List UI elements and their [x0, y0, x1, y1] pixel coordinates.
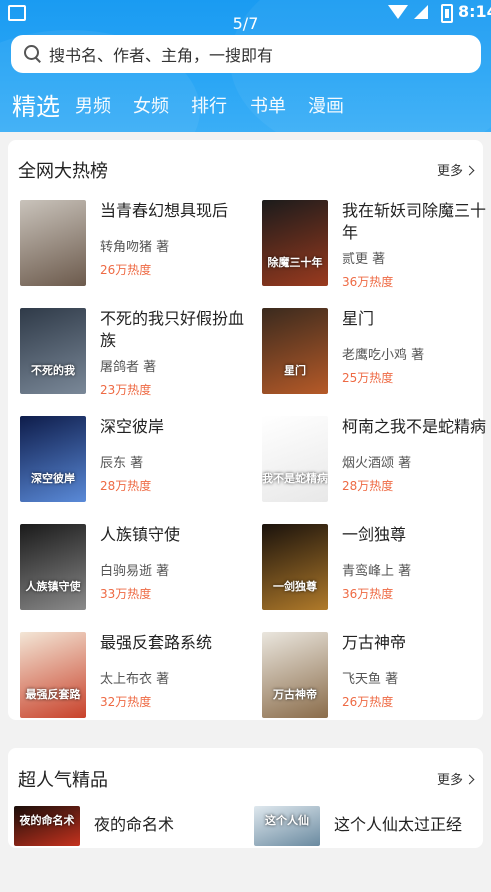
cover-title: 一剑独尊	[273, 580, 317, 593]
cover-title: 最强反套路	[25, 688, 81, 701]
clock: 8:14	[458, 2, 491, 21]
cover-title: 我不是蛇精病	[262, 472, 328, 485]
tab-female[interactable]: 女频	[133, 92, 169, 118]
cover-title: 夜的命名术	[19, 814, 75, 827]
book-cover[interactable]: 万古神帝	[262, 632, 328, 718]
book-author: 贰更 著	[342, 252, 386, 267]
book-title[interactable]: 我在斩妖司除魔三十年	[342, 200, 491, 244]
book-heat: 28万热度	[342, 479, 394, 493]
chevron-right-icon	[464, 774, 475, 785]
book-title[interactable]: 一剑独尊	[342, 524, 491, 546]
book-heat: 33万热度	[100, 587, 152, 601]
book-title[interactable]: 人族镇守使	[100, 524, 250, 546]
signal-icon	[414, 5, 428, 19]
cover-title: 不死的我	[31, 364, 75, 377]
book-cover[interactable]: 最强反套路	[20, 632, 86, 718]
cover-title: 人族镇守使	[25, 580, 81, 593]
search-bar[interactable]: 搜书名、作者、主角，一搜即有	[11, 35, 481, 73]
book-item[interactable]: 星门 星门 老鹰吃小鸡 著 25万热度	[262, 308, 487, 394]
cover-title: 万古神帝	[273, 688, 317, 701]
book-item[interactable]: 夜的命名术 夜的命名术	[14, 806, 239, 892]
book-cover[interactable]	[20, 200, 86, 286]
book-heat: 36万热度	[342, 275, 394, 289]
book-cover[interactable]: 除魔三十年	[262, 200, 328, 286]
book-cover[interactable]: 我不是蛇精病	[262, 416, 328, 502]
book-cover[interactable]: 不死的我	[20, 308, 86, 394]
chevron-right-icon	[464, 165, 475, 176]
book-author: 太上布衣 著	[100, 672, 170, 687]
book-title[interactable]: 这个人仙太过正经	[334, 814, 484, 836]
book-title[interactable]: 柯南之我不是蛇精病	[342, 416, 491, 438]
book-cover[interactable]: 深空彼岸	[20, 416, 86, 502]
book-author: 老鹰吃小鸡 著	[342, 348, 425, 363]
cover-title: 除魔三十年	[267, 256, 323, 269]
hot-ranking-card: 全网大热榜 更多 当青春幻想具现后 转角吻猪 著 26万热度 除魔三十年 我在斩妖司除魔…	[8, 140, 486, 720]
more-label: 更多	[436, 164, 463, 179]
book-author: 飞天鱼 著	[342, 672, 399, 687]
book-title[interactable]: 夜的命名术	[94, 814, 244, 836]
book-title[interactable]: 星门	[342, 308, 491, 330]
tab-ranking[interactable]: 排行	[191, 92, 227, 118]
book-heat: 28万热度	[100, 479, 152, 493]
book-author: 白驹易逝 著	[100, 564, 170, 579]
popular-card: 超人气精品 更多 夜的命名术 夜的命名术 这个人仙 这个人仙太过正经	[8, 748, 483, 848]
battery-icon	[441, 4, 453, 23]
book-item[interactable]: 人族镇守使 人族镇守使 白驹易逝 著 33万热度	[20, 524, 245, 610]
book-cover[interactable]: 夜的命名术	[14, 806, 80, 846]
book-title[interactable]: 当青春幻想具现后	[100, 200, 250, 222]
book-author: 辰东 著	[100, 456, 144, 471]
cover-title: 这个人仙	[265, 814, 309, 827]
search-placeholder: 搜书名、作者、主角，一搜即有	[49, 46, 274, 65]
status-bar: 5/7 8:14	[0, 0, 491, 33]
wifi-icon	[388, 5, 408, 19]
book-title[interactable]: 不死的我只好假扮血族	[100, 308, 250, 352]
app-header: 5/7 8:14 搜书名、作者、主角，一搜即有 精选 男频 女频 排行 书单 漫…	[0, 0, 491, 132]
book-title[interactable]: 万古神帝	[342, 632, 491, 654]
book-item[interactable]: 这个人仙 这个人仙太过正经	[254, 806, 479, 892]
book-cover[interactable]: 一剑独尊	[262, 524, 328, 610]
book-item[interactable]: 当青春幻想具现后 转角吻猪 著 26万热度	[20, 200, 245, 286]
book-cover[interactable]: 这个人仙	[254, 806, 320, 846]
tab-comics[interactable]: 漫画	[308, 92, 344, 118]
more-button[interactable]: 更多	[436, 769, 475, 788]
cover-title: 星门	[284, 364, 306, 377]
book-heat: 32万热度	[100, 695, 152, 709]
book-item[interactable]: 我不是蛇精病 柯南之我不是蛇精病 烟火酒颂 著 28万热度	[262, 416, 487, 502]
book-heat: 23万热度	[100, 383, 152, 397]
book-author: 屠鸽者 著	[100, 360, 157, 375]
book-item[interactable]: 一剑独尊 一剑独尊 青鸾峰上 著 36万热度	[262, 524, 487, 610]
tab-booklist[interactable]: 书单	[250, 92, 286, 118]
book-title[interactable]: 深空彼岸	[100, 416, 250, 438]
book-title[interactable]: 最强反套路系统	[100, 632, 250, 654]
book-heat: 36万热度	[342, 587, 394, 601]
tab-featured[interactable]: 精选	[12, 87, 60, 122]
search-icon	[23, 44, 43, 64]
book-author: 烟火酒颂 著	[342, 456, 412, 471]
book-item[interactable]: 不死的我 不死的我只好假扮血族 屠鸽者 著 23万热度	[20, 308, 245, 397]
tab-male[interactable]: 男频	[75, 92, 111, 118]
book-heat: 25万热度	[342, 371, 394, 385]
cover-title: 深空彼岸	[31, 472, 75, 485]
book-author: 转角吻猪 著	[100, 240, 170, 255]
section-title: 超人气精品	[18, 770, 108, 791]
section-title: 全网大热榜	[18, 161, 108, 182]
book-item[interactable]: 除魔三十年 我在斩妖司除魔三十年 贰更 著 36万热度	[262, 200, 487, 289]
book-author: 青鸾峰上 著	[342, 564, 412, 579]
more-button[interactable]: 更多	[436, 160, 475, 179]
book-item[interactable]: 最强反套路 最强反套路系统 太上布衣 著 32万热度	[20, 632, 245, 718]
book-heat: 26万热度	[100, 263, 152, 277]
book-heat: 26万热度	[342, 695, 394, 709]
book-cover[interactable]: 人族镇守使	[20, 524, 86, 610]
category-tabs: 精选 男频 女频 排行 书单 漫画	[0, 86, 491, 122]
book-item[interactable]: 万古神帝 万古神帝 飞天鱼 著 26万热度	[262, 632, 487, 718]
more-label: 更多	[436, 773, 463, 788]
book-item[interactable]: 深空彼岸 深空彼岸 辰东 著 28万热度	[20, 416, 245, 502]
book-cover[interactable]: 星门	[262, 308, 328, 394]
